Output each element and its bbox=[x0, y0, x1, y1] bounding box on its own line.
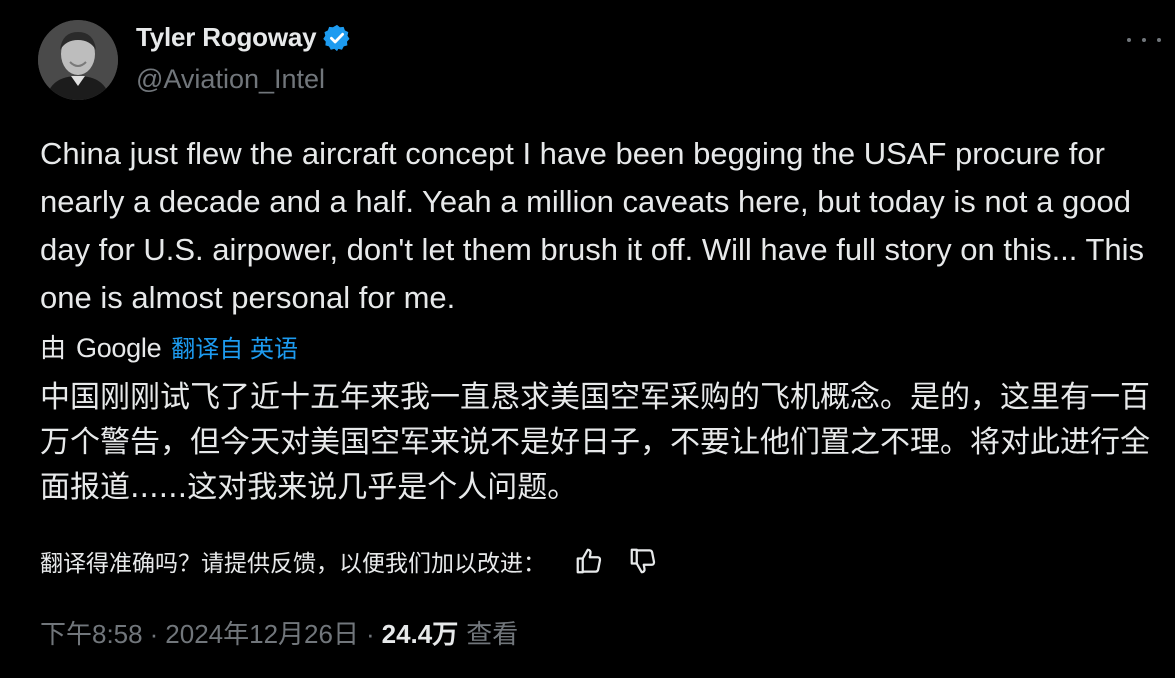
separator: · bbox=[149, 619, 159, 649]
dot bbox=[1127, 38, 1131, 42]
translation-feedback: 翻译得准确吗？请提供反馈，以便我们加以改进： bbox=[40, 544, 660, 578]
tweet-time[interactable]: 下午8:58 bbox=[40, 614, 143, 651]
translation-attribution: 由 Google 翻译自 英语 bbox=[40, 328, 298, 365]
person-avatar-icon bbox=[38, 20, 118, 100]
views-count[interactable]: 24.4万 bbox=[382, 614, 459, 651]
thumbs-down-icon[interactable] bbox=[626, 544, 660, 578]
google-logo: Google bbox=[76, 333, 162, 363]
tweet-text: China just flew the aircraft concept I h… bbox=[40, 136, 1145, 315]
more-options-button[interactable] bbox=[1127, 28, 1161, 52]
author-display-name[interactable]: Tyler Rogoway bbox=[136, 22, 317, 53]
author-handle[interactable]: @Aviation_Intel bbox=[136, 64, 325, 95]
dot bbox=[1157, 38, 1161, 42]
separator: · bbox=[365, 619, 375, 649]
verified-badge-icon[interactable] bbox=[322, 23, 352, 53]
avatar[interactable] bbox=[38, 20, 118, 100]
translated-text: 中国刚刚试飞了近十五年来我一直恳求美国空军采购的飞机概念。是的，这里有一百万个警… bbox=[40, 380, 1150, 505]
translated-by-label: 由 bbox=[40, 333, 67, 363]
translated-from-link[interactable]: 翻译自 英语 bbox=[171, 329, 298, 364]
tweet-meta: 下午8:58 · 2024年12月26日 · 24.4万 查看 bbox=[40, 614, 518, 651]
dot bbox=[1142, 38, 1146, 42]
feedback-prompt: 翻译得准确吗？请提供反馈，以便我们加以改进： bbox=[40, 551, 546, 577]
thumbs-up-icon[interactable] bbox=[572, 544, 606, 578]
views-label: 查看 bbox=[466, 619, 519, 649]
author-name-row: Tyler Rogoway bbox=[136, 22, 352, 53]
tweet-date[interactable]: 2024年12月26日 bbox=[165, 614, 359, 651]
